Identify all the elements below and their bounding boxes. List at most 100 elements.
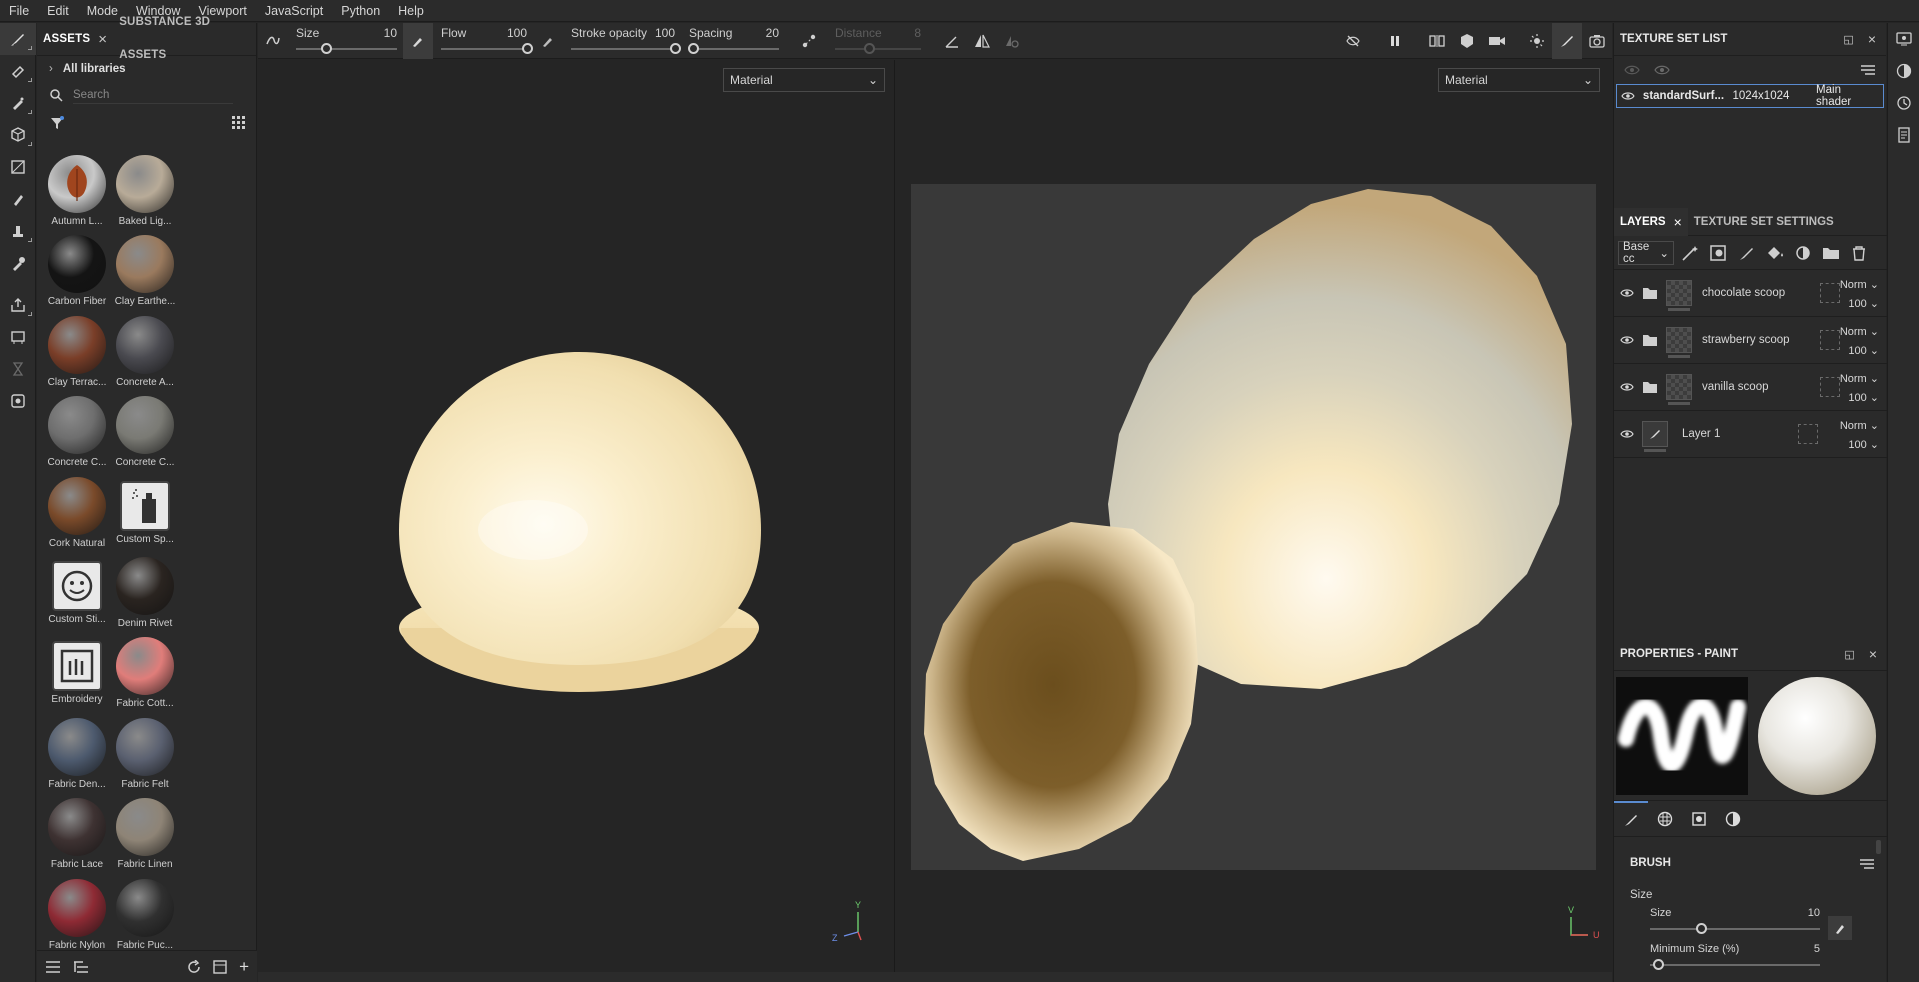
paint-brush-tool[interactable] xyxy=(0,23,36,55)
polygon-fill-tool[interactable] xyxy=(0,151,36,183)
paint-mode-button[interactable] xyxy=(1552,22,1582,59)
spacing-knob[interactable] xyxy=(688,42,699,54)
close-icon[interactable]: × xyxy=(1869,646,1877,662)
minimum-size-slider[interactable]: Minimum Size (%) 5 xyxy=(1650,937,1820,977)
layer-mask-slot[interactable] xyxy=(1820,330,1840,350)
viewport-2d-channel-select[interactable]: Material ⌄ xyxy=(1438,68,1600,92)
timer-tool[interactable] xyxy=(0,353,36,385)
projection-tool[interactable] xyxy=(0,87,36,119)
eye-icon[interactable] xyxy=(1621,91,1635,101)
layer-opacity[interactable]: 100 xyxy=(1848,345,1866,357)
geometry-fill-tool[interactable] xyxy=(0,119,36,151)
tab-alpha[interactable] xyxy=(1648,801,1682,837)
menu-icon[interactable] xyxy=(1859,857,1875,871)
layer-mask-slot[interactable] xyxy=(1820,377,1840,397)
alignment-button[interactable] xyxy=(937,23,967,59)
layer-blend-controls[interactable]: Norm ⌄ 100 ⌄ xyxy=(1840,276,1879,314)
asset-item[interactable]: Fabric Linen xyxy=(111,796,179,870)
asset-item[interactable]: Denim Rivet xyxy=(111,555,179,629)
layer-row[interactable]: vanilla scoop Norm ⌄ 100 ⌄ xyxy=(1614,364,1887,411)
asset-item[interactable]: Carbon Fiber xyxy=(43,233,111,307)
hide-ui-button[interactable] xyxy=(1338,23,1368,59)
brush-size-knob[interactable] xyxy=(1695,923,1707,934)
asset-item[interactable]: Custom Sp... xyxy=(111,475,179,549)
tab-assets[interactable]: ASSETS × xyxy=(37,23,113,56)
properties-scrollbar[interactable] xyxy=(1876,840,1881,854)
delete-icon[interactable] xyxy=(1848,244,1870,262)
menu-icon[interactable] xyxy=(1860,63,1876,77)
shader-settings-dock-button[interactable] xyxy=(1888,55,1919,87)
tab-stencil[interactable] xyxy=(1682,801,1716,837)
add-smart-material-icon[interactable] xyxy=(1792,244,1814,262)
minimum-size-knob[interactable] xyxy=(1653,959,1664,970)
size-slider[interactable]: Size 10 xyxy=(288,23,403,59)
display-settings-dock-button[interactable] xyxy=(1888,23,1919,55)
asset-item[interactable]: Fabric Den... xyxy=(43,716,111,790)
menu-javascript[interactable]: JavaScript xyxy=(256,0,332,22)
asset-item[interactable]: Fabric Felt xyxy=(111,716,179,790)
grid-view-icon[interactable] xyxy=(232,116,246,130)
stroke-opacity-knob[interactable] xyxy=(669,42,681,54)
plugin-tool[interactable] xyxy=(0,385,36,417)
clone-tool[interactable] xyxy=(0,215,36,247)
layer-row[interactable]: chocolate scoop Norm ⌄ 100 ⌄ xyxy=(1614,270,1887,317)
color-picker-tool[interactable] xyxy=(0,247,36,279)
refresh-icon[interactable] xyxy=(187,959,201,974)
bake-tool[interactable] xyxy=(0,321,36,353)
asset-item[interactable]: Clay Earthe... xyxy=(111,233,179,307)
import-icon[interactable] xyxy=(213,959,227,974)
layer-opacity[interactable]: 100 xyxy=(1848,298,1866,310)
list-view-icon[interactable] xyxy=(45,960,61,974)
view-mode-button[interactable] xyxy=(1422,23,1452,59)
layer-blend-controls[interactable]: Norm ⌄ 100 ⌄ xyxy=(1840,323,1879,361)
distance-slider[interactable]: Distance 8 xyxy=(827,23,927,59)
asset-item[interactable]: Cork Natural xyxy=(43,475,111,549)
layer-blend-controls[interactable]: Norm ⌄ 100 ⌄ xyxy=(1840,370,1879,408)
history-dock-button[interactable] xyxy=(1888,87,1919,119)
undock-icon[interactable]: ◱ xyxy=(1843,33,1853,46)
eye-icon[interactable] xyxy=(1654,64,1670,76)
tab-layers[interactable]: LAYERS × xyxy=(1614,207,1688,236)
menu-help[interactable]: Help xyxy=(389,0,433,22)
camera-settings-button[interactable] xyxy=(1482,23,1512,59)
close-icon[interactable]: × xyxy=(1674,214,1682,230)
asset-item[interactable]: Clay Terrac... xyxy=(43,314,111,388)
search-input[interactable] xyxy=(73,86,233,104)
asset-item[interactable]: Fabric Lace xyxy=(43,796,111,870)
symmetry-settings-button[interactable] xyxy=(997,23,1027,59)
eye-icon[interactable] xyxy=(1620,335,1634,345)
add-icon[interactable]: + xyxy=(239,957,249,977)
asset-item[interactable]: Baked Lig... xyxy=(111,153,179,227)
spacing-slider[interactable]: Spacing 20 xyxy=(681,23,785,59)
add-mask-icon[interactable] xyxy=(1708,244,1730,262)
eraser-tool[interactable] xyxy=(0,55,36,87)
layer-blend-mode[interactable]: Norm xyxy=(1840,279,1867,291)
layer-blend-mode[interactable]: Norm xyxy=(1840,373,1867,385)
distance-knob[interactable] xyxy=(863,42,875,54)
tree-view-icon[interactable] xyxy=(73,960,89,974)
asset-item[interactable]: Fabric Nylon xyxy=(43,877,111,951)
texture-set-shader[interactable]: Main shader xyxy=(1816,84,1879,108)
eye-icon[interactable] xyxy=(1624,64,1640,76)
log-dock-button[interactable] xyxy=(1888,119,1919,151)
lazy-mouse-button[interactable] xyxy=(791,23,827,59)
asset-item[interactable]: Fabric Cott... xyxy=(111,635,179,709)
size-knob[interactable] xyxy=(320,42,332,54)
menu-edit[interactable]: Edit xyxy=(38,0,78,22)
uv-texture-canvas[interactable] xyxy=(911,184,1596,870)
add-fill-layer-icon[interactable] xyxy=(1764,244,1786,262)
stroke-options-button[interactable] xyxy=(258,23,288,59)
brush-size-slider[interactable]: Size 10 xyxy=(1650,901,1820,941)
channel-select[interactable]: Base cc ⌄ xyxy=(1618,240,1674,265)
flow-knob[interactable] xyxy=(521,42,533,54)
layer-mask-slot[interactable] xyxy=(1798,424,1818,444)
pause-button[interactable] xyxy=(1380,23,1410,59)
flow-slider[interactable]: Flow 100 xyxy=(433,23,533,59)
stroke-opacity-slider[interactable]: Stroke opacity 100 xyxy=(563,23,681,59)
asset-item[interactable]: Fabric Puc... xyxy=(111,877,179,951)
screenshot-button[interactable] xyxy=(1582,23,1612,59)
layer-row[interactable]: strawberry scoop Norm ⌄ 100 ⌄ xyxy=(1614,317,1887,364)
2d-uv-viewport[interactable]: Material ⌄ V U xyxy=(896,60,1612,972)
asset-item[interactable]: Concrete C... xyxy=(111,394,179,468)
layer-blend-controls[interactable]: Norm ⌄ 100 ⌄ xyxy=(1840,417,1879,455)
